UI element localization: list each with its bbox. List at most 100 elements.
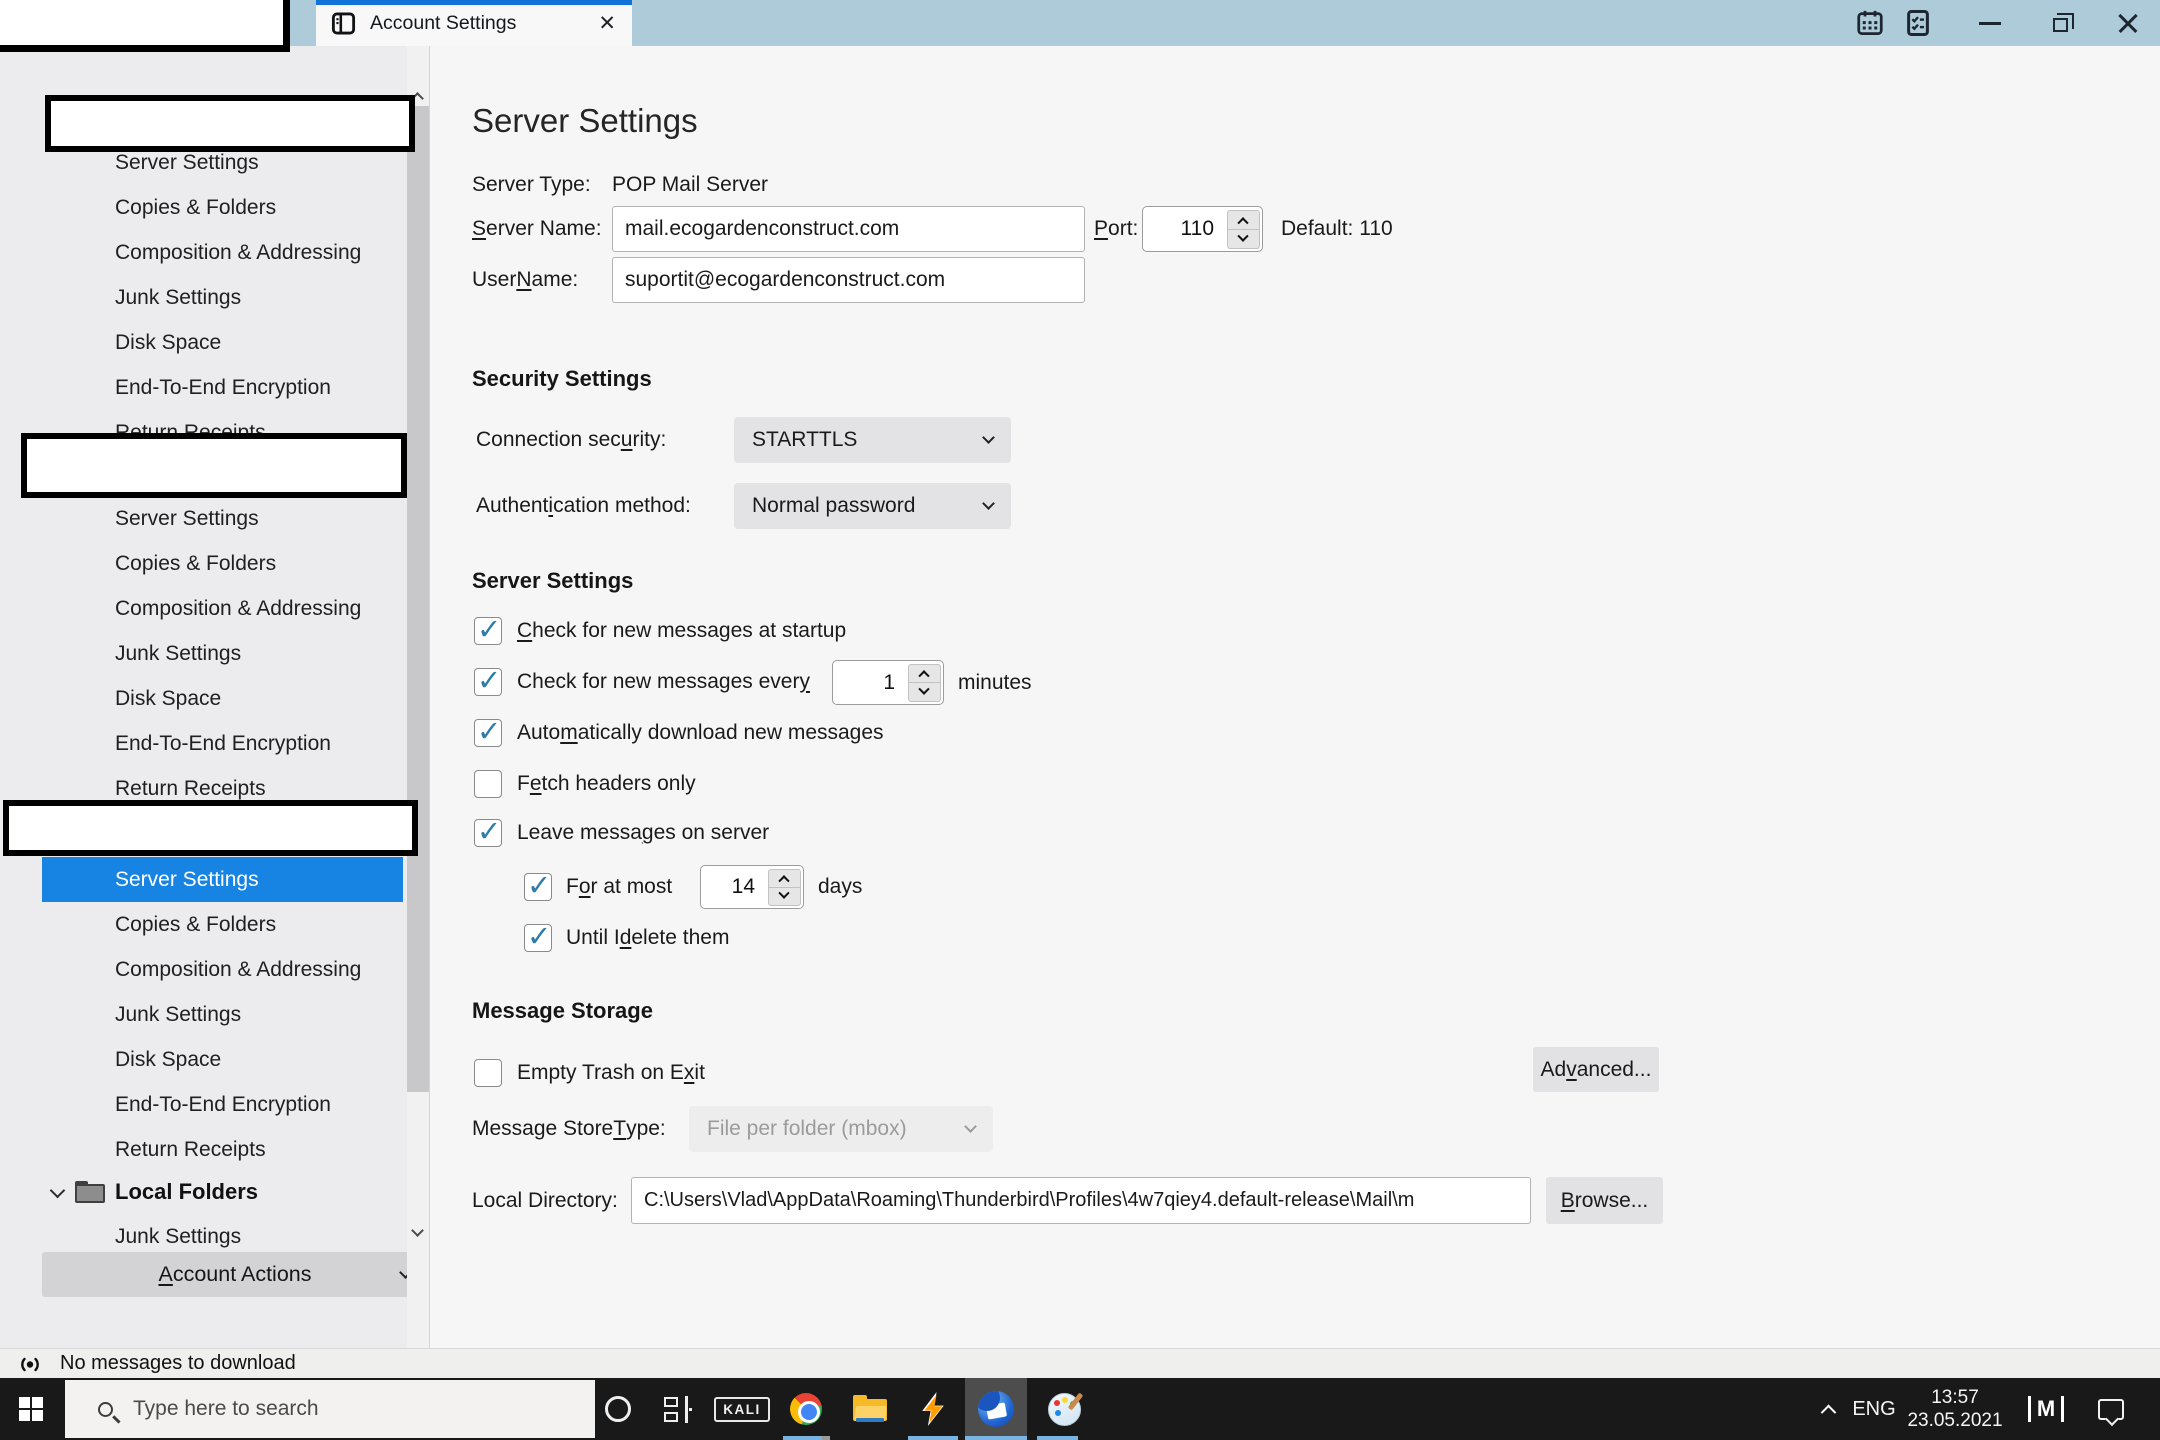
connection-security-value: STARTTLS	[752, 428, 858, 451]
connection-security-select[interactable]: STARTTLS	[734, 417, 1011, 463]
days-spinner[interactable]	[700, 865, 804, 909]
sidebar-item-junk-settings[interactable]: Junk Settings	[42, 992, 403, 1037]
chevron-down-icon	[982, 431, 995, 444]
account-settings-tab-icon	[330, 10, 357, 37]
tasks-icon[interactable]	[1898, 0, 1938, 46]
sidebar-item-junk-settings[interactable]: Junk Settings	[42, 631, 403, 676]
user-name-input[interactable]	[612, 257, 1085, 303]
scrollbar-thumb[interactable]	[407, 106, 429, 1092]
sidebar-item-server-settings[interactable]: Server Settings	[42, 857, 403, 902]
start-button[interactable]	[0, 1378, 62, 1440]
status-bar: No messages to download	[0, 1348, 2160, 1378]
paint-button[interactable]	[1033, 1378, 1095, 1440]
sidebar-item-disk-space[interactable]: Disk Space	[42, 1037, 403, 1082]
date: 23.05.2021	[1907, 1410, 2003, 1431]
sidebar-item-end-to-end-encryption[interactable]: End-To-End Encryption	[42, 721, 403, 766]
account-actions-button[interactable]: Account Actions	[42, 1252, 428, 1297]
minutes-decrement-button[interactable]	[908, 682, 940, 701]
days-input[interactable]	[701, 866, 765, 908]
sidebar-item-copies-folders[interactable]: Copies & Folders	[42, 185, 403, 230]
server-type-label: Server Type:	[472, 173, 591, 196]
winamp-button[interactable]	[902, 1378, 964, 1440]
sidebar-item-local-folders[interactable]: Local Folders	[42, 1170, 403, 1214]
chevron-down-icon	[982, 497, 995, 510]
sidebar-item-disk-space[interactable]: Disk Space	[42, 320, 403, 365]
sidebar-item-composition-addressing[interactable]: Composition & Addressing	[42, 230, 403, 275]
sidebar-item-junk-settings[interactable]: Junk Settings	[42, 275, 403, 320]
port-label: Port:	[1094, 217, 1139, 240]
chevron-down-icon[interactable]	[49, 1182, 66, 1198]
folder-icon	[75, 1181, 105, 1203]
tab-close-icon[interactable]: ✕	[598, 0, 616, 46]
search-icon	[98, 1401, 113, 1417]
server-name-input[interactable]	[612, 206, 1085, 252]
sidebar-item-server-settings[interactable]: Server Settings	[42, 496, 403, 541]
local-directory-input[interactable]	[631, 1177, 1531, 1224]
port-input[interactable]	[1143, 207, 1224, 251]
cortana-button[interactable]	[587, 1378, 649, 1440]
auto-download-checkbox[interactable]	[474, 714, 502, 749]
leave-on-server-label: Leave messa g es on server	[517, 821, 770, 844]
port-spinner[interactable]	[1142, 206, 1263, 252]
days-decrement-button[interactable]	[768, 886, 800, 905]
tray-app-button[interactable]	[2018, 1378, 2074, 1440]
account-settings-sidebar: Server Settings Copies & Folders Compositi…	[0, 46, 430, 1348]
for-at-most-label: For at most	[566, 875, 673, 898]
notification-icon	[2098, 1398, 2124, 1420]
close-icon[interactable]	[2106, 0, 2150, 46]
port-decrement-button[interactable]	[1227, 228, 1259, 248]
check-every-input[interactable]	[833, 661, 905, 704]
browse-button[interactable]: Browse...	[1546, 1177, 1663, 1224]
auto-download-label: Auto m atically download new messages	[517, 721, 884, 744]
restore-icon[interactable]	[2038, 0, 2082, 46]
thunderbird-button[interactable]	[965, 1378, 1027, 1440]
sidebar-item-copies-folders[interactable]: Copies & Folders	[42, 902, 403, 947]
for-at-most-checkbox[interactable]	[524, 868, 552, 903]
server-settings-section-heading: Server Settings	[472, 568, 634, 593]
sidebar-item-return-receipts[interactable]: Return Receipts	[42, 1127, 403, 1172]
sidebar-item-composition-addressing[interactable]: Composition & Addressing	[42, 586, 403, 631]
fetch-headers-checkbox[interactable]	[474, 770, 502, 798]
account-group-1: Server Settings Copies & Folders Compositi…	[42, 140, 403, 455]
minimize-icon[interactable]	[1968, 0, 2012, 46]
tab-account-settings[interactable]: Account Settings ✕	[316, 0, 632, 46]
redaction-box-account-1	[45, 95, 415, 152]
scroll-down-icon[interactable]	[411, 1224, 424, 1237]
message-store-type-label: Message Store Type:	[472, 1117, 666, 1140]
until-delete-checkbox[interactable]	[524, 919, 552, 954]
calendar-icon[interactable]	[1850, 0, 1890, 46]
task-view-button[interactable]	[647, 1378, 709, 1440]
active-tab-stripe	[316, 0, 632, 5]
check-every-label: Check for new messages ever y	[517, 670, 810, 693]
thunderbird-icon	[978, 1391, 1014, 1427]
sidebar-item-disk-space[interactable]: Disk Space	[42, 676, 403, 721]
action-center-button[interactable]	[2086, 1378, 2136, 1440]
file-explorer-button[interactable]	[839, 1378, 901, 1440]
empty-trash-checkbox[interactable]	[474, 1059, 502, 1087]
redaction-box-titlebar	[0, 0, 290, 52]
advanced-button[interactable]: Ad v anced...	[1533, 1047, 1659, 1092]
port-increment-button[interactable]	[1228, 211, 1259, 229]
kali-linux-button[interactable]: KALI	[711, 1378, 773, 1440]
sidebar-item-composition-addressing[interactable]: Composition & Addressing	[42, 947, 403, 992]
clock[interactable]: 13:57 23.05.2021	[1902, 1378, 2008, 1440]
local-folders-label: Local Folders	[115, 1179, 259, 1204]
search-input[interactable]	[133, 1397, 533, 1421]
sidebar-item-end-to-end-encryption[interactable]: End-To-End Encryption	[42, 365, 403, 410]
show-hidden-icons-button[interactable]	[1808, 1378, 1848, 1440]
days-increment-button[interactable]	[769, 870, 800, 887]
minutes-increment-button[interactable]	[909, 665, 940, 683]
sidebar-scrollbar[interactable]	[407, 46, 429, 1348]
chrome-button[interactable]	[775, 1378, 837, 1440]
check-every-checkbox[interactable]	[474, 663, 502, 698]
tray-app-icon	[2027, 1396, 2065, 1422]
check-startup-checkbox[interactable]	[474, 612, 502, 647]
sidebar-item-end-to-end-encryption[interactable]: End-To-End Encryption	[42, 1082, 403, 1127]
sidebar-item-copies-folders[interactable]: Copies & Folders	[42, 541, 403, 586]
check-every-spinner[interactable]	[832, 660, 944, 705]
leave-on-server-checkbox[interactable]	[474, 814, 502, 849]
taskbar-search[interactable]	[65, 1380, 595, 1438]
language-indicator[interactable]: ENG	[1848, 1378, 1900, 1440]
authentication-method-select[interactable]: Normal password	[734, 483, 1011, 529]
redaction-box-account-2	[21, 433, 407, 498]
